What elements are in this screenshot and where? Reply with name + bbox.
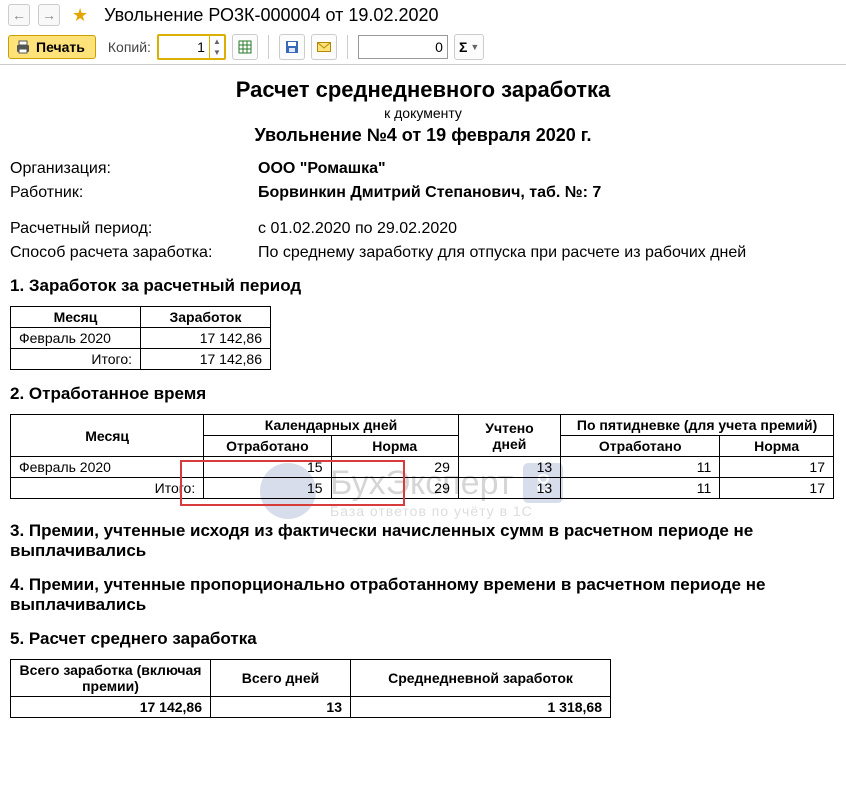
envelope-icon bbox=[316, 39, 332, 55]
toolbar-separator bbox=[268, 35, 269, 59]
toolbar: Печать Копий: ▲ ▼ Σ ▼ bbox=[0, 30, 846, 65]
col-average-daily: Среднедневной заработок bbox=[351, 660, 611, 697]
printer-icon bbox=[15, 39, 31, 55]
method-label: Способ расчета заработка: bbox=[10, 244, 258, 262]
diskette-icon bbox=[284, 39, 300, 55]
table-row: 17 142,86 13 1 318,68 bbox=[11, 697, 611, 718]
col-total-days: Всего дней bbox=[211, 660, 351, 697]
worker-value: Борвинкин Дмитрий Степанович, таб. №: 7 bbox=[258, 184, 601, 202]
toolbar-separator-2 bbox=[347, 35, 348, 59]
col-worked-five: Отработано bbox=[561, 436, 720, 457]
section-3-heading: 3. Премии, учтенные исходя из фактически… bbox=[10, 521, 836, 561]
cell-total-earnings: 17 142,86 bbox=[141, 349, 271, 370]
nav-back-button[interactable]: ← bbox=[8, 4, 30, 26]
copies-label: Копий: bbox=[108, 39, 151, 55]
organization-label: Организация: bbox=[10, 160, 258, 178]
earnings-table: Месяц Заработок Февраль 2020 17 142,86 И… bbox=[10, 306, 271, 370]
chevron-down-icon: ▼ bbox=[470, 42, 479, 52]
print-button-label: Печать bbox=[36, 39, 85, 55]
report-subtitle: к документу bbox=[10, 105, 836, 121]
watermark-subtitle: База ответов по учёту в 1С bbox=[330, 503, 563, 519]
export-spreadsheet-button[interactable] bbox=[232, 34, 258, 60]
col-norm-cal: Норма bbox=[331, 436, 458, 457]
method-value: По среднему заработку для отпуска при ра… bbox=[258, 244, 746, 262]
col-earnings: Заработок bbox=[141, 307, 271, 328]
cell-norm-five: 17 bbox=[720, 457, 834, 478]
sigma-icon: Σ bbox=[459, 39, 467, 55]
cell-average-daily: 1 318,68 bbox=[351, 697, 611, 718]
col-total-earnings: Всего заработка (включая премии) bbox=[11, 660, 211, 697]
chevron-up-icon[interactable]: ▲ bbox=[210, 36, 224, 47]
col-calendar-days: Календарных дней bbox=[204, 415, 459, 436]
col-norm-five: Норма bbox=[720, 436, 834, 457]
section-1-heading: 1. Заработок за расчетный период bbox=[10, 276, 836, 296]
cell-total-norm-five: 17 bbox=[720, 478, 834, 499]
table-row-total: Итого: 17 142,86 bbox=[11, 349, 271, 370]
cell-total-label: Итого: bbox=[11, 349, 141, 370]
cell-total-earnings: 17 142,86 bbox=[11, 697, 211, 718]
print-button[interactable]: Печать bbox=[8, 35, 96, 59]
cell-total-worked-five: 11 bbox=[561, 478, 720, 499]
table-row-total: Итого: 15 29 13 11 17 bbox=[11, 478, 834, 499]
email-button[interactable] bbox=[311, 34, 337, 60]
cell-total-norm-cal: 29 bbox=[331, 478, 458, 499]
favorite-star-icon[interactable]: ★ bbox=[72, 5, 88, 26]
col-month: Месяц bbox=[11, 307, 141, 328]
period-value: с 01.02.2020 по 29.02.2020 bbox=[258, 220, 457, 238]
section-4-heading: 4. Премии, учтенные пропорционально отра… bbox=[10, 575, 836, 615]
cell-worked-cal: 15 bbox=[204, 457, 331, 478]
document-area: БухЭксперт 8 База ответов по учёту в 1С … bbox=[0, 65, 846, 730]
section-2-heading: 2. Отработанное время bbox=[10, 384, 836, 404]
copies-input[interactable] bbox=[159, 36, 209, 58]
average-calc-table: Всего заработка (включая премии) Всего д… bbox=[10, 659, 611, 718]
cell-month: Февраль 2020 bbox=[11, 328, 141, 349]
section-5-heading: 5. Расчет среднего заработка bbox=[10, 629, 836, 649]
cell-total-counted: 13 bbox=[458, 478, 560, 499]
organization-value: ООО "Ромашка" bbox=[258, 160, 386, 178]
report-title: Расчет среднедневного заработка bbox=[10, 77, 836, 103]
cell-norm-cal: 29 bbox=[331, 457, 458, 478]
worked-time-table: Месяц Календарных дней Учтено дней По пя… bbox=[10, 414, 834, 499]
spreadsheet-icon bbox=[237, 39, 253, 55]
window-title: Увольнение РО3К-000004 от 19.02.2020 bbox=[104, 5, 438, 26]
worker-label: Работник: bbox=[10, 184, 258, 202]
cell-total-worked-cal: 15 bbox=[204, 478, 331, 499]
nav-bar: ← → ★ Увольнение РО3К-000004 от 19.02.20… bbox=[0, 0, 846, 30]
cell-month: Февраль 2020 bbox=[11, 457, 204, 478]
save-button[interactable] bbox=[279, 34, 305, 60]
sum-button[interactable]: Σ ▼ bbox=[454, 34, 484, 60]
cell-worked-five: 11 bbox=[561, 457, 720, 478]
col-five-day: По пятидневке (для учета премий) bbox=[561, 415, 834, 436]
copies-spinner[interactable]: ▲ ▼ bbox=[157, 34, 226, 60]
period-label: Расчетный период: bbox=[10, 220, 258, 238]
col-worked-cal: Отработано bbox=[204, 436, 331, 457]
cell-counted: 13 bbox=[458, 457, 560, 478]
nav-forward-button[interactable]: → bbox=[38, 4, 60, 26]
table-row: Февраль 2020 17 142,86 bbox=[11, 328, 271, 349]
chevron-down-icon[interactable]: ▼ bbox=[210, 47, 224, 58]
col-counted-days: Учтено дней bbox=[458, 415, 560, 457]
numeric-field[interactable] bbox=[358, 35, 448, 59]
copies-spin-buttons[interactable]: ▲ ▼ bbox=[209, 36, 224, 58]
table-row: Февраль 2020 15 29 13 11 17 bbox=[11, 457, 834, 478]
cell-total-days: 13 bbox=[211, 697, 351, 718]
cell-earnings: 17 142,86 bbox=[141, 328, 271, 349]
col-month: Месяц bbox=[11, 415, 204, 457]
report-document-ref: Увольнение №4 от 19 февраля 2020 г. bbox=[10, 125, 836, 146]
cell-total-label: Итого: bbox=[11, 478, 204, 499]
